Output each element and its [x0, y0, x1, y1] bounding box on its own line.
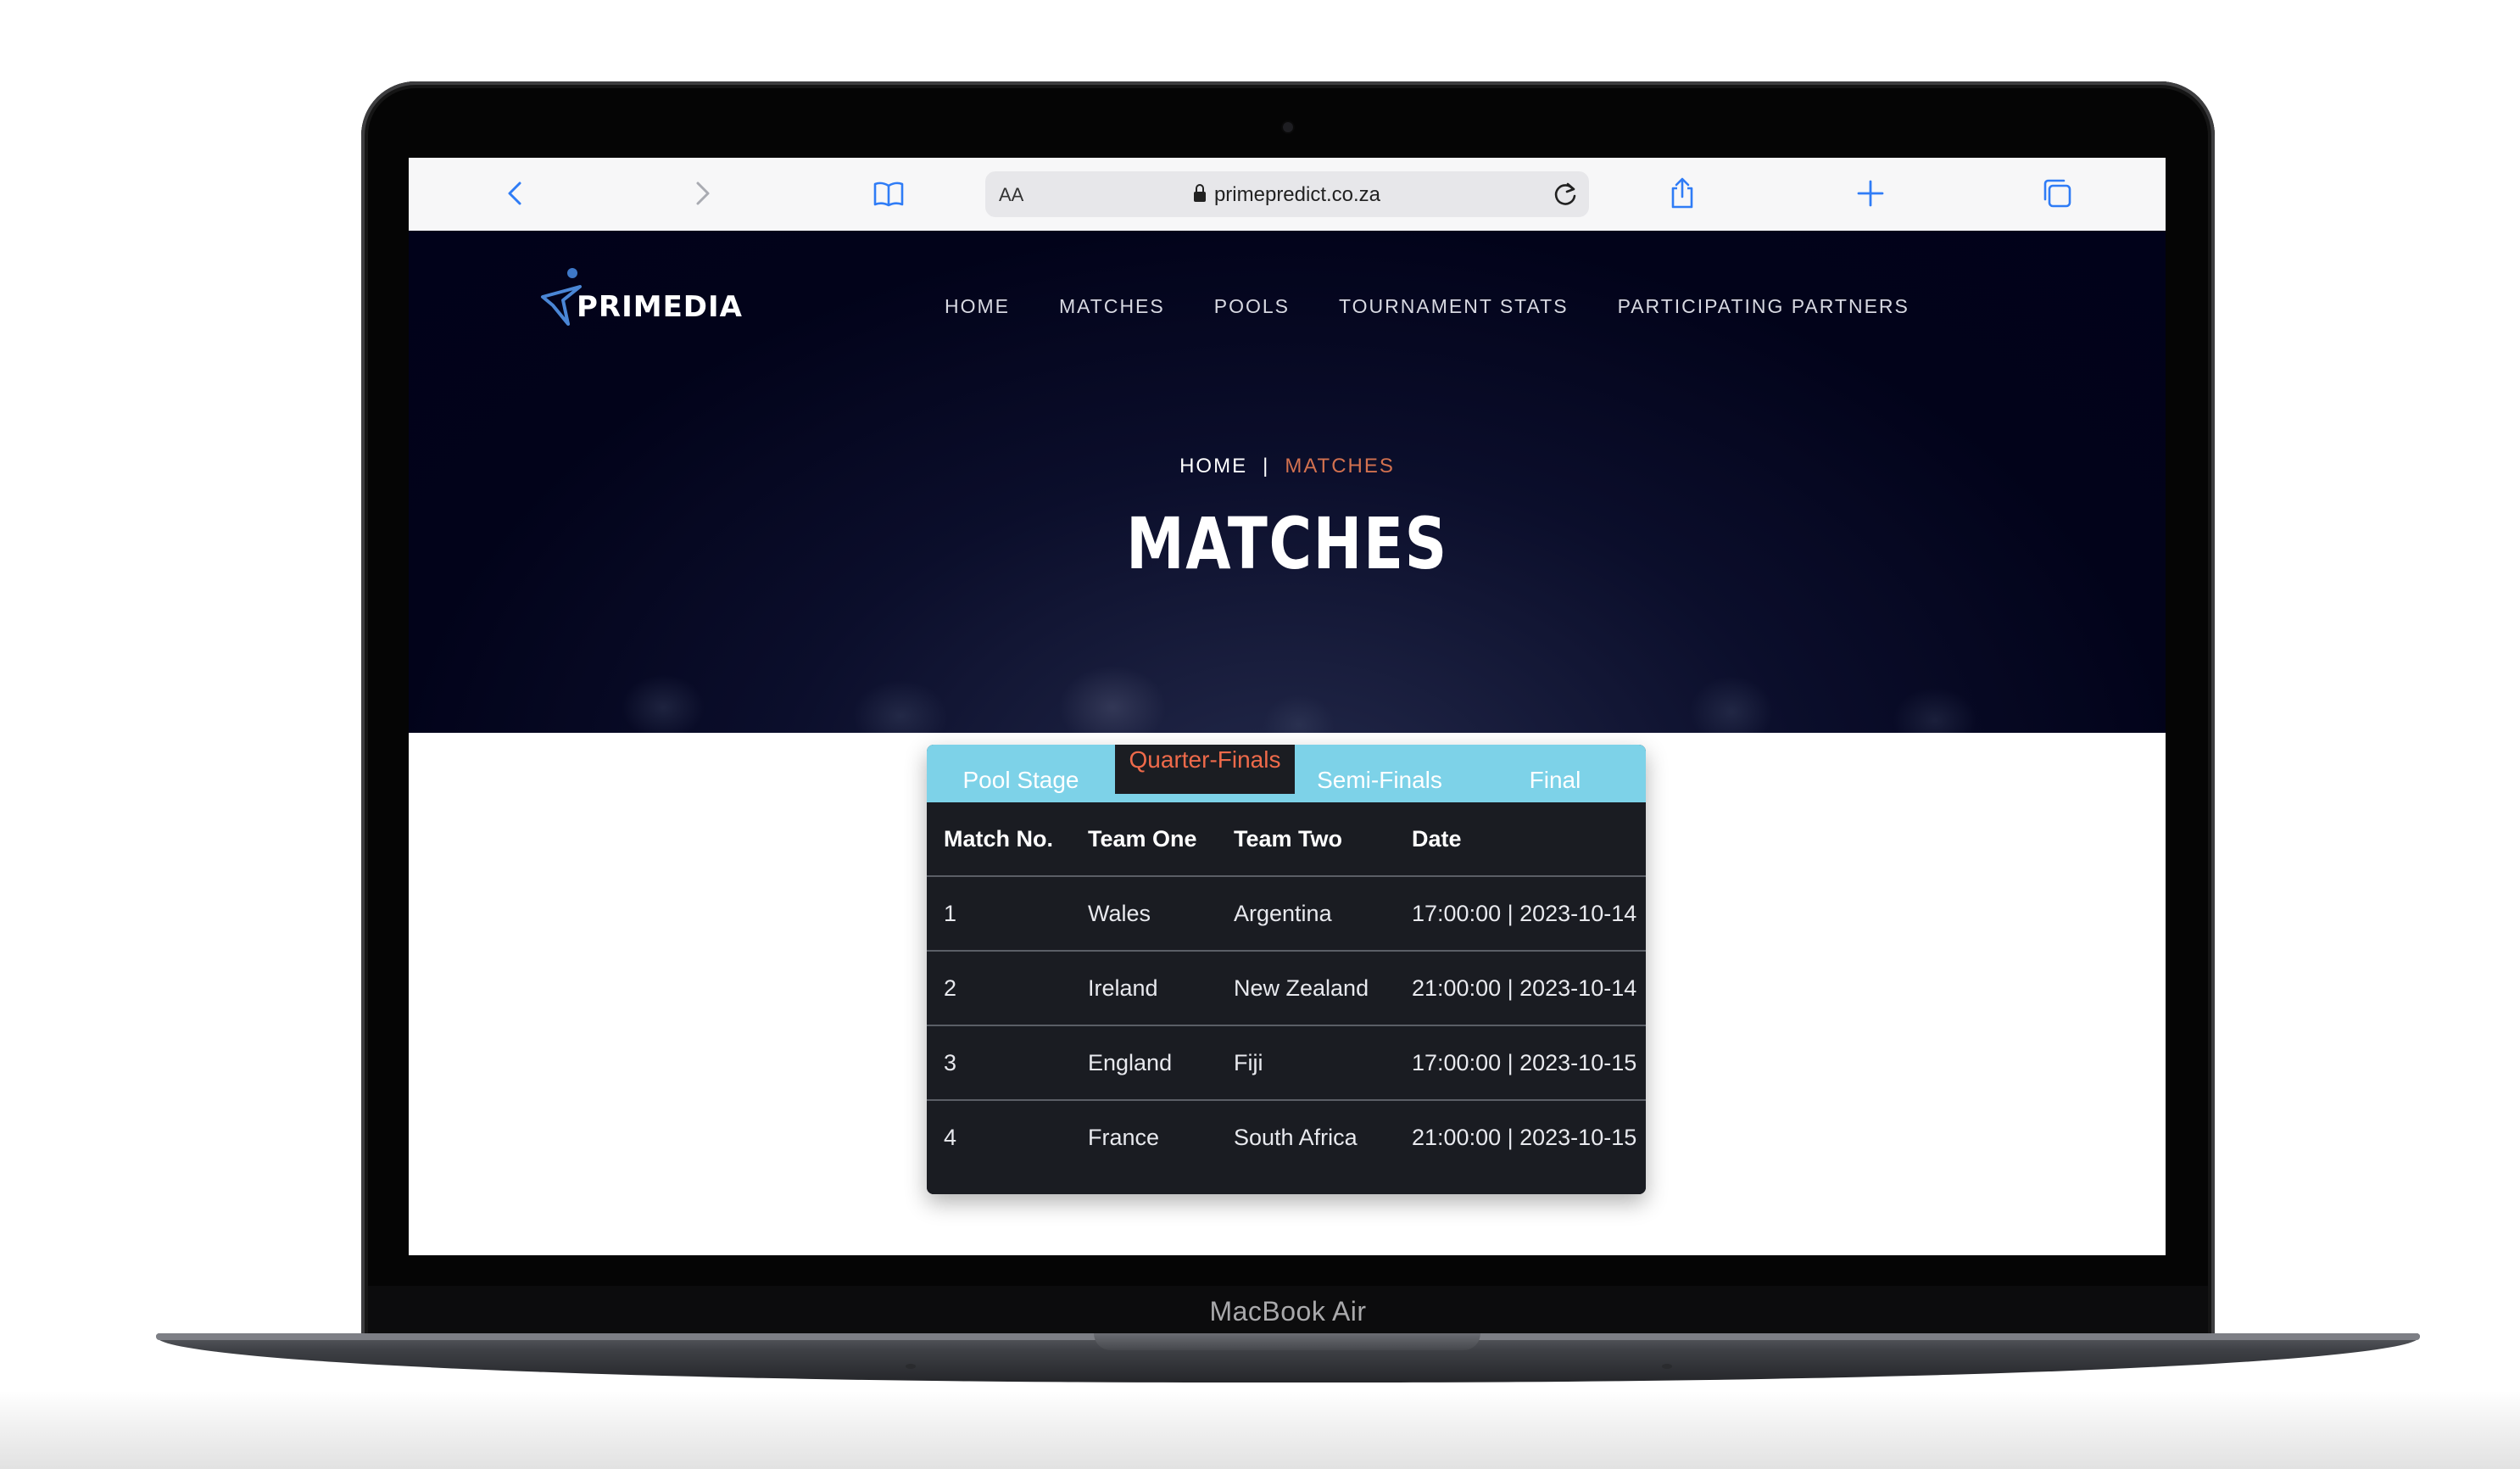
- share-icon[interactable]: [1665, 176, 1699, 210]
- url-field[interactable]: primepredict.co.za: [985, 183, 1589, 207]
- hero-banner: PRIMEDIA HOME MATCHES POOLS TOURNAMENT S…: [409, 231, 2166, 733]
- team-one-cell: France: [1088, 1124, 1160, 1150]
- table-row: 4 France South Africa 21:00:00 | 2023-10…: [927, 1100, 1646, 1174]
- laptop-foot: [1662, 1364, 1672, 1369]
- nav-item-home[interactable]: HOME: [945, 295, 1010, 318]
- forward-icon[interactable]: [685, 176, 719, 210]
- table-row: 3 England Fiji 17:00:00 | 2023-10-15: [927, 1025, 1646, 1101]
- browser-toolbar: AA primepredict.co.za: [409, 158, 2166, 232]
- match-number-cell: 3: [927, 1025, 1071, 1101]
- device-label: MacBook Air: [1209, 1296, 1367, 1327]
- nav-item-participating-partners[interactable]: PARTICIPATING PARTNERS: [1618, 295, 1910, 318]
- primedia-logo[interactable]: PRIMEDIA: [538, 263, 783, 334]
- address-bar[interactable]: AA primepredict.co.za: [985, 171, 1589, 217]
- breadcrumb-separator: |: [1263, 455, 1270, 478]
- laptop-foot: [906, 1364, 916, 1369]
- tabs-overview-icon[interactable]: [2040, 176, 2074, 210]
- match-number-cell: 4: [944, 1124, 957, 1150]
- reload-icon[interactable]: [1550, 179, 1581, 209]
- screen: AA primepredict.co.za PRIMEDIA HOME MATC…: [409, 158, 2166, 1255]
- table-row: 1 Wales Argentina 17:00:00 | 2023-10-14: [927, 876, 1646, 952]
- team-one-cell: Ireland: [1071, 951, 1217, 1026]
- main-nav: HOME MATCHES POOLS TOURNAMENT STATS PART…: [945, 295, 1910, 318]
- breadcrumb-home[interactable]: HOME: [1179, 455, 1247, 478]
- tab-quarter-finals[interactable]: Quarter-Finals: [1115, 745, 1295, 794]
- bookmarks-icon[interactable]: [872, 176, 906, 210]
- lock-icon: [1193, 184, 1206, 202]
- matches-table-container: Match No. Team One Team Two Date 1 Wales…: [927, 802, 1646, 1194]
- camera-icon: [1283, 122, 1293, 132]
- page-title: MATCHES: [1126, 502, 1448, 585]
- floor-shadow: [0, 1391, 2520, 1469]
- tab-pool-stage[interactable]: Pool Stage: [927, 745, 1115, 802]
- url-text: primepredict.co.za: [1213, 183, 1381, 206]
- date-cell: 21:00:00 | 2023-10-14: [1395, 951, 1646, 1026]
- new-tab-icon[interactable]: [1854, 176, 1887, 210]
- match-number-cell: 2: [927, 951, 1071, 1026]
- tab-final[interactable]: Final: [1464, 745, 1646, 802]
- laptop-hinge-notch: [1094, 1333, 1480, 1350]
- column-header-team-two: Team Two: [1217, 802, 1395, 877]
- nav-item-pools[interactable]: POOLS: [1214, 295, 1290, 318]
- date-cell: 21:00:00 | 2023-10-15: [1412, 1124, 1637, 1150]
- date-cell: 17:00:00 | 2023-10-14: [1395, 876, 1646, 952]
- stage-tabs: Pool Stage Quarter-Finals Semi-Finals Fi…: [927, 745, 1646, 802]
- nav-item-tournament-stats[interactable]: TOURNAMENT STATS: [1339, 295, 1569, 318]
- team-two-cell: Argentina: [1217, 876, 1395, 952]
- team-two-cell: Fiji: [1217, 1025, 1395, 1101]
- table-row: 2 Ireland New Zealand 21:00:00 | 2023-10…: [927, 951, 1646, 1026]
- table-header-row: Match No. Team One Team Two Date: [927, 802, 1646, 877]
- column-header-date: Date: [1395, 802, 1646, 877]
- column-header-match-no: Match No.: [927, 802, 1071, 877]
- column-header-team-one: Team One: [1071, 802, 1217, 877]
- team-one-cell: Wales: [1071, 876, 1217, 952]
- hero-background-image: [409, 606, 2166, 733]
- matches-table: Match No. Team One Team Two Date 1 Wales…: [927, 802, 1646, 1174]
- team-two-cell: South Africa: [1234, 1124, 1358, 1150]
- breadcrumb: HOME | MATCHES: [409, 455, 2166, 478]
- team-two-cell: New Zealand: [1217, 951, 1395, 1026]
- match-number-cell: 1: [927, 876, 1071, 952]
- tab-semi-finals[interactable]: Semi-Finals: [1295, 745, 1464, 802]
- nav-item-matches[interactable]: MATCHES: [1059, 295, 1165, 318]
- breadcrumb-current: MATCHES: [1285, 455, 1395, 478]
- back-icon[interactable]: [499, 176, 532, 210]
- team-one-cell: England: [1071, 1025, 1217, 1101]
- logo-text: PRIMEDIA: [577, 290, 743, 324]
- date-cell: 17:00:00 | 2023-10-15: [1395, 1025, 1646, 1101]
- matches-panel: Pool Stage Quarter-Finals Semi-Finals Fi…: [927, 745, 1646, 1194]
